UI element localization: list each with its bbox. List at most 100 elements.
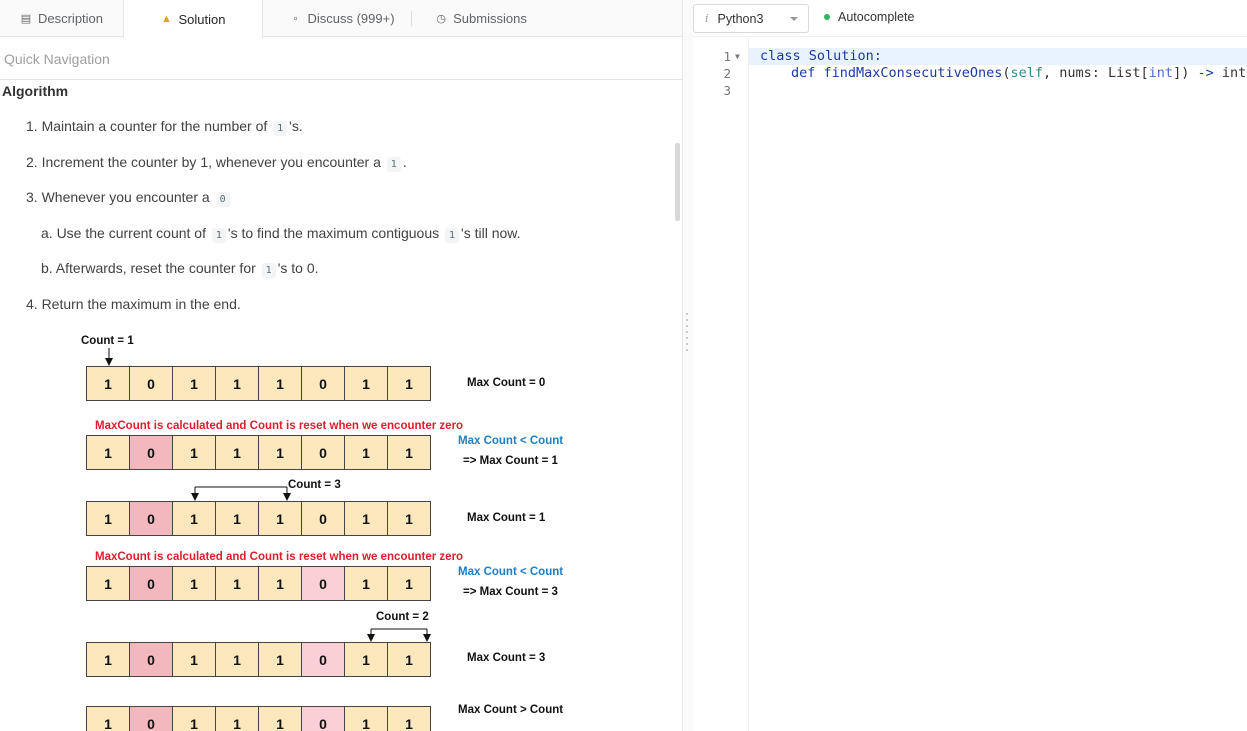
- array-cell: 0: [301, 501, 345, 536]
- quick-navigation[interactable]: Quick Navigation: [0, 38, 682, 80]
- array-row-2: 1 0 1 1 1 0 1 1: [86, 435, 437, 470]
- param-text: , nums: List[: [1043, 65, 1149, 81]
- inline-code: 0: [215, 192, 230, 207]
- inline-code: 1: [386, 157, 401, 172]
- array-row-5: 1 0 1 1 1 0 1 1: [86, 642, 437, 677]
- content-scrollbar[interactable]: [675, 143, 680, 221]
- quick-navigation-label: Quick Navigation: [4, 50, 110, 67]
- autocomplete-toggle[interactable]: Autocomplete: [824, 10, 914, 24]
- array-cell: 1: [387, 706, 431, 731]
- array-cell: 1: [344, 435, 388, 470]
- array-cell: 1: [215, 706, 259, 731]
- count-label: Count = 3: [288, 479, 341, 491]
- flask-icon: ▲: [161, 13, 172, 25]
- array-cell: 1: [258, 642, 302, 677]
- inline-code: 1: [211, 228, 226, 243]
- max-gt-count-label: Max Count > Count: [458, 704, 564, 716]
- step-text: 's till now.: [461, 225, 521, 241]
- array-cell: 0: [129, 366, 173, 401]
- array-cell: 1: [215, 501, 259, 536]
- max-count-label: Max Count = 1: [467, 512, 546, 524]
- array-cell: 1: [172, 566, 216, 601]
- array-cell: 0: [129, 706, 173, 731]
- step-text: 's to 0.: [277, 260, 319, 276]
- array-cell: 0: [301, 642, 345, 677]
- code-line-2: def findMaxConsecutiveOnes(self, nums: L…: [791, 65, 1247, 81]
- language-select-value: Python3: [717, 11, 764, 26]
- arrow-head: [423, 634, 431, 642]
- count-label: Count = 2: [376, 611, 429, 623]
- function-name: findMaxConsecutiveOnes: [823, 65, 1003, 81]
- array-cell: 1: [172, 706, 216, 731]
- step-3a: a. Use the current count of 1's to find …: [41, 225, 521, 243]
- max-count-result: => Max Count = 3: [463, 586, 558, 598]
- array-cell: 1: [387, 366, 431, 401]
- array-cell: 0: [301, 706, 345, 731]
- array-cell: 1: [215, 435, 259, 470]
- reset-note: MaxCount is calculated and Count is rese…: [95, 551, 464, 563]
- step-text: .: [402, 154, 407, 170]
- array-cell: 1: [86, 435, 130, 470]
- step-text: a. Use the current count of: [41, 225, 206, 241]
- array-cell: 1: [344, 501, 388, 536]
- tab-discuss-label: Discuss (999+): [307, 11, 395, 26]
- clock-icon: ◷: [436, 13, 446, 25]
- chevron-down-icon: [790, 17, 798, 21]
- array-cell: 1: [86, 566, 130, 601]
- max-count-label: Max Count = 0: [467, 377, 546, 389]
- array-cell: 0: [301, 366, 345, 401]
- code-editor[interactable]: 1 ▼ 2 3 class Solution: def findMaxConse…: [693, 38, 1247, 731]
- tab-bar: ▤ Description ▲ Solution ▫ Discuss (999+…: [0, 0, 682, 38]
- array-cell: 0: [129, 435, 173, 470]
- tab-solution-label: Solution: [178, 11, 226, 27]
- step-3b: b. Afterwards, reset the counter for 1's…: [41, 260, 319, 278]
- step-2: 2. Increment the counter by 1, whenever …: [26, 154, 407, 172]
- tab-submissions[interactable]: ◷ Submissions: [421, 0, 541, 37]
- class-name: Solution:: [808, 48, 882, 64]
- fold-arrow-icon[interactable]: ▼: [735, 52, 740, 61]
- array-cell: 1: [172, 366, 216, 401]
- tab-solution[interactable]: ▲ Solution: [123, 0, 263, 38]
- array-row-1: 1 0 1 1 1 0 1 1: [86, 366, 437, 401]
- array-cell: 0: [301, 435, 345, 470]
- tab-divider: [411, 11, 412, 26]
- array-row-4: 1 0 1 1 1 0 1 1: [86, 566, 437, 601]
- step-text: 4. Return the maximum in the end.: [26, 296, 241, 312]
- array-cell: 1: [258, 501, 302, 536]
- arrow-head: [367, 634, 375, 642]
- language-select[interactable]: i Python3: [693, 4, 809, 33]
- tab-description[interactable]: ▤ Description: [0, 0, 123, 37]
- array-cell: 1: [344, 566, 388, 601]
- count-label: Count = 1: [81, 335, 134, 347]
- chat-icon: ▫: [293, 12, 298, 25]
- code-line-1: class Solution:: [760, 48, 882, 64]
- splitter-grip-icon[interactable]: [686, 313, 689, 358]
- tab-discuss[interactable]: ▫ Discuss (999+): [263, 0, 421, 37]
- array-cell: 1: [215, 366, 259, 401]
- step-4: 4. Return the maximum in the end.: [26, 296, 241, 312]
- step-text: 's.: [289, 118, 303, 134]
- tab-submissions-label: Submissions: [453, 11, 527, 26]
- array-cell: 1: [258, 706, 302, 731]
- array-cell: 1: [215, 642, 259, 677]
- array-cell: 1: [258, 366, 302, 401]
- max-lt-count-label: Max Count < Count: [458, 435, 564, 447]
- array-cell: 1: [344, 642, 388, 677]
- array-cell: 0: [129, 566, 173, 601]
- tab-description-label: Description: [37, 11, 104, 26]
- max-count-label: Max Count = 3: [467, 652, 546, 664]
- array-cell: 0: [129, 501, 173, 536]
- max-lt-count-label: Max Count < Count: [458, 566, 564, 578]
- array-cell: 1: [258, 435, 302, 470]
- array-cell: 1: [387, 566, 431, 601]
- line-number: 2: [723, 66, 731, 81]
- line-gutter: 1 ▼ 2 3: [693, 38, 749, 731]
- array-row-3: 1 0 1 1 1 0 1 1: [86, 501, 437, 536]
- array-cell: 1: [387, 642, 431, 677]
- algorithm-heading: Algorithm: [2, 83, 69, 99]
- inline-code: 1: [273, 121, 288, 136]
- array-cell: 1: [86, 501, 130, 536]
- pane-splitter[interactable]: [683, 0, 693, 731]
- document-icon: ▤: [20, 13, 32, 25]
- array-cell: 0: [301, 566, 345, 601]
